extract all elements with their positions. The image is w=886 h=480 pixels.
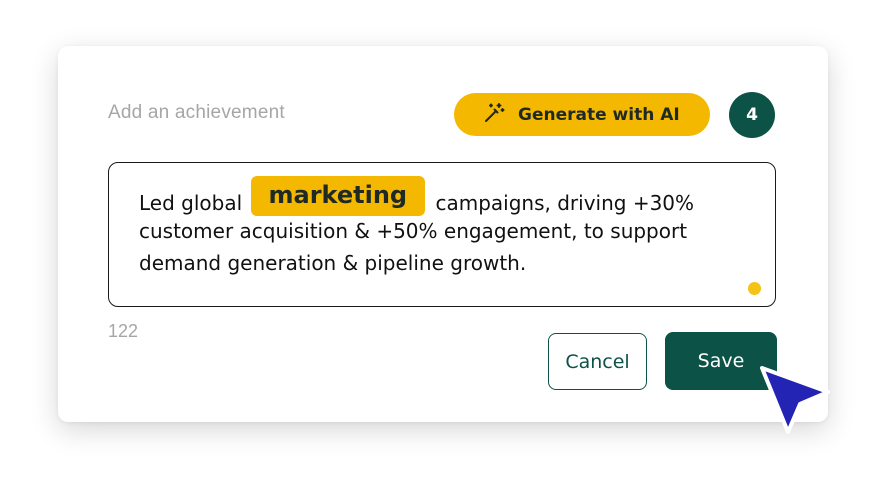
highlighted-keyword[interactable]: marketing [250,176,426,216]
text-suffix: campaigns, driving +30% [435,191,695,215]
achievement-textarea[interactable]: Led global marketing campaigns, driving … [108,162,776,307]
generate-button-label: Generate with AI [518,104,680,125]
cancel-button[interactable]: Cancel [548,333,647,390]
text-line-2: customer acquisition & +50% engagement, … [139,219,688,243]
status-dot [748,282,761,295]
character-count: 122 [108,321,139,341]
mouse-pointer-icon [756,362,834,438]
achievement-text: Led global marketing campaigns, driving … [139,176,747,279]
magic-wand-icon [482,101,506,129]
text-prefix: Led global [139,191,243,215]
count-badge: 4 [729,92,775,138]
text-line-1: Led global marketing campaigns, driving … [139,176,747,216]
field-label: Add an achievement [108,102,285,123]
text-line-3: demand generation & pipeline growth. [139,251,527,275]
generate-with-ai-button[interactable]: Generate with AI [454,93,710,136]
achievement-card: Add an achievement Generate with AI 4 Le… [58,46,828,422]
